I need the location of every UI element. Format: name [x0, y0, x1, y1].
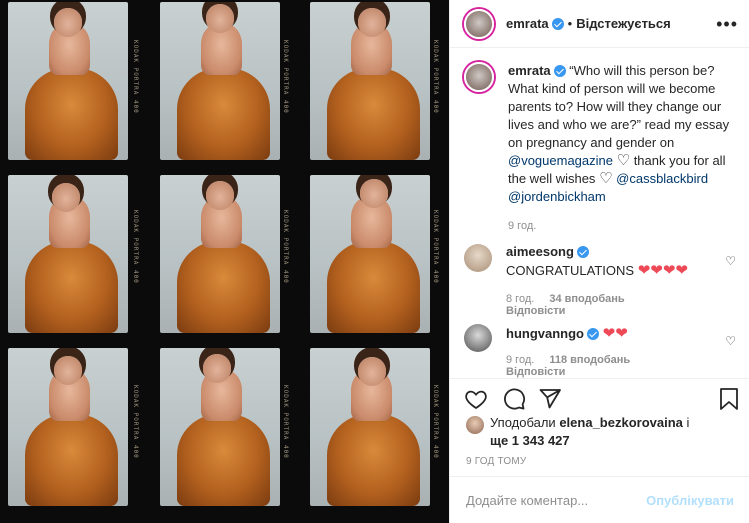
film-edge-marking: KODAK PORTRA 400	[282, 210, 289, 284]
likes-count[interactable]: ще 1 343 427	[490, 433, 570, 448]
liker-username[interactable]: elena_bezkorovaina	[559, 415, 683, 430]
film-edge-marking: KODAK PORTRA 400	[132, 385, 139, 459]
film-edge-marking: KODAK PORTRA 400	[282, 40, 289, 114]
figure-head	[357, 8, 387, 37]
author-avatar[interactable]	[464, 8, 494, 39]
likes-suffix: і	[686, 415, 690, 430]
comment-item: aimeesong CONGRATULATIONS ❤❤❤❤ 8 год. 34…	[464, 244, 744, 317]
comment-username[interactable]: aimeesong	[506, 244, 574, 259]
silk-dress	[176, 414, 271, 506]
figure-head	[357, 357, 387, 386]
comment-like-icon[interactable]: ♡	[725, 334, 736, 348]
caption-time[interactable]: 9 год.	[508, 220, 744, 232]
film-edge-marking: KODAK PORTRA 400	[432, 40, 439, 114]
figure-head	[53, 8, 83, 37]
share-icon[interactable]	[538, 387, 562, 416]
red-heart-emoji: ❤❤❤❤	[637, 262, 688, 279]
photo-frame	[310, 348, 430, 506]
author-username[interactable]: emrata	[506, 16, 549, 31]
mention-jordenbickham[interactable]: @jordenbickham	[508, 189, 606, 204]
caption-text: emrata “Who will this person be? What ki…	[508, 62, 744, 206]
photo-frame	[8, 2, 128, 160]
verified-badge-icon	[553, 65, 566, 77]
verified-badge-icon	[587, 328, 599, 340]
comment-username[interactable]: hungvanngo	[506, 326, 584, 341]
save-icon[interactable]	[718, 387, 740, 416]
commenter-avatar[interactable]	[464, 244, 492, 272]
reply-button[interactable]: Відповісти	[506, 366, 565, 378]
photo-frame	[8, 348, 128, 506]
comment-icon[interactable]	[502, 387, 526, 416]
comment-time[interactable]: 9 год.	[506, 354, 534, 366]
silk-dress	[176, 241, 271, 333]
caption: emrata “Who will this person be? What ki…	[464, 62, 744, 232]
photo-frame	[310, 2, 430, 160]
verified-badge-icon	[576, 246, 589, 258]
action-bar	[450, 378, 749, 418]
comment-like-icon[interactable]: ♡	[725, 254, 736, 268]
figure-head	[202, 354, 232, 383]
film-edge-marking: KODAK PORTRA 400	[132, 210, 139, 284]
figure-head	[205, 181, 235, 210]
reply-button[interactable]: Відповісти	[506, 305, 565, 317]
photo-frame	[160, 348, 280, 506]
film-edge-marking: KODAK PORTRA 400	[282, 385, 289, 459]
comment-text: CONGRATULATIONS	[506, 263, 635, 278]
post-time[interactable]: 9 ГОД ТОМУ	[466, 456, 526, 467]
film-edge-marking: KODAK PORTRA 400	[432, 210, 439, 284]
film-edge-marking: KODAK PORTRA 400	[132, 40, 139, 114]
photo-frame	[8, 175, 128, 333]
silk-dress	[24, 414, 119, 506]
commenter-avatar[interactable]	[464, 324, 492, 352]
like-icon[interactable]	[464, 387, 488, 416]
figure-head	[51, 183, 81, 212]
caption-username[interactable]: emrata	[508, 63, 551, 78]
post-header: emrata • Відстежується •••	[450, 0, 749, 48]
silk-dress	[24, 241, 119, 333]
film-edge-marking: KODAK PORTRA 400	[432, 385, 439, 459]
silk-dress	[326, 241, 421, 333]
post-panel: emrata • Відстежується ••• emrata “Who w…	[449, 0, 749, 523]
silk-dress	[176, 68, 271, 160]
figure-head	[205, 4, 235, 33]
comment-composer: Опублікувати	[450, 476, 749, 523]
caption-avatar[interactable]	[464, 62, 494, 92]
comment-input[interactable]	[466, 492, 647, 508]
white-heart-icon: ♡	[616, 152, 631, 169]
red-heart-emoji: ❤❤	[602, 325, 628, 342]
photo-frame	[310, 175, 430, 333]
comment-item: hungvanngo ❤❤ 9 год. 118 вподобань Відпо…	[464, 324, 744, 378]
photo-frame	[160, 175, 280, 333]
comment-time[interactable]: 8 год.	[506, 293, 534, 305]
white-heart-icon: ♡	[599, 170, 613, 187]
following-button[interactable]: Відстежується	[576, 16, 671, 31]
post-button[interactable]: Опублікувати	[646, 493, 734, 508]
figure-head	[53, 356, 83, 385]
verified-badge-icon	[551, 17, 564, 30]
separator-dot: •	[567, 16, 573, 31]
liker-avatar[interactable]	[466, 416, 484, 434]
likes-summary: Уподобали elena_bezkorovaina і ще 1 343 …	[466, 414, 736, 450]
likes-prefix: Уподобали	[490, 415, 556, 430]
more-options-icon[interactable]: •••	[716, 14, 738, 35]
post-image[interactable]: KODAK PORTRA 400 KODAK PORTRA 400 KODAK PO…	[0, 0, 449, 523]
photo-frame	[160, 2, 280, 160]
comment-likes[interactable]: 34 вподобань	[549, 293, 624, 305]
figure-head	[359, 179, 389, 208]
silk-dress	[326, 414, 421, 506]
comment-likes[interactable]: 118 вподобань	[549, 354, 630, 366]
mention-voguemagazine[interactable]: @voguemagazine	[508, 153, 613, 168]
silk-dress	[326, 68, 421, 160]
mention-cassblackbird[interactable]: @cassblackbird	[616, 171, 708, 186]
silk-dress	[24, 68, 119, 160]
